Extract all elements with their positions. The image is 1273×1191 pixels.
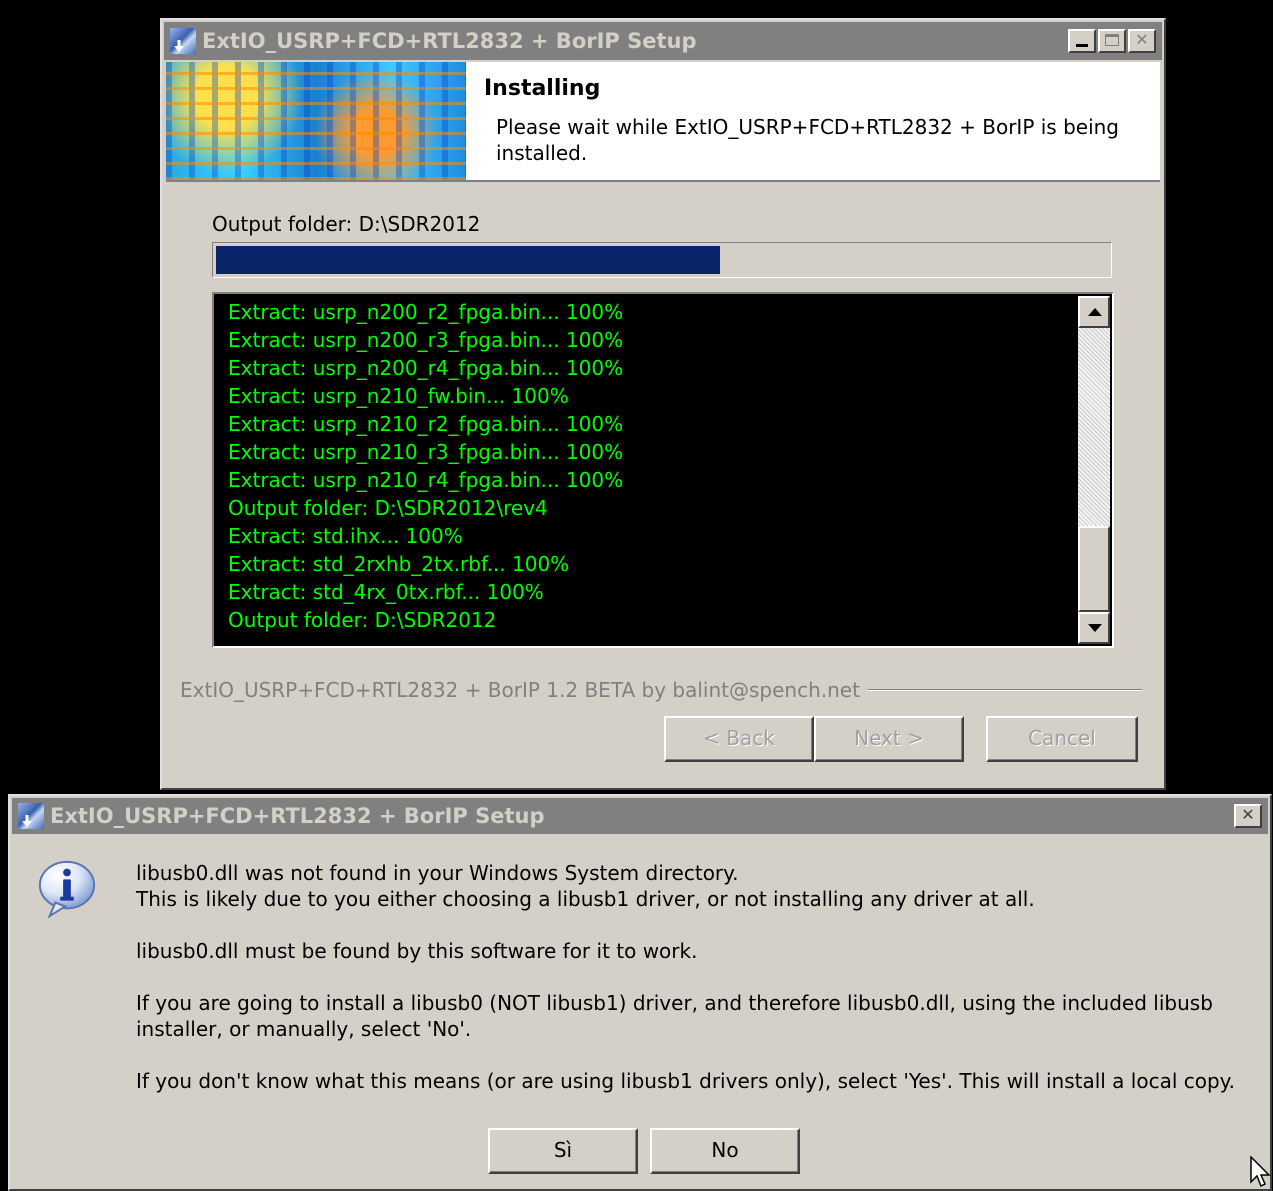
arrow-up-icon: [1088, 308, 1102, 316]
page-heading: Installing: [484, 76, 601, 101]
install-progress-bar: [212, 242, 1112, 278]
banner-image: [166, 62, 466, 180]
msgbox-close-button[interactable]: ✕: [1234, 804, 1262, 828]
log-line: Extract: usrp_n210_fw.bin... 100%: [228, 384, 569, 408]
log-line: Extract: usrp_n210_r3_fpga.bin... 100%: [228, 440, 624, 464]
cancel-button[interactable]: Cancel: [986, 716, 1138, 762]
message-paragraph: If you don't know what this means (or ar…: [136, 1069, 1236, 1093]
minimize-button[interactable]: [1068, 29, 1096, 53]
minimize-icon: [1076, 44, 1088, 47]
install-log[interactable]: Extract: usrp_n200_r2_fpga.bin... 100% Ex…: [212, 292, 1114, 648]
log-line: Extract: usrp_n200_r3_fpga.bin... 100%: [228, 328, 624, 352]
mouse-cursor-icon: [1250, 1156, 1271, 1188]
progress-fill: [216, 246, 720, 274]
setup-title: ExtIO_USRP+FCD+RTL2832 + BorIP Setup: [202, 29, 697, 53]
no-button[interactable]: No: [650, 1128, 800, 1174]
log-line: Extract: std.ihx... 100%: [228, 524, 463, 548]
log-line: Extract: usrp_n210_r2_fpga.bin... 100%: [228, 412, 624, 436]
installer-app-icon: [170, 28, 196, 54]
setup-window: ExtIO_USRP+FCD+RTL2832 + BorIP Setup ✕ I…: [160, 18, 1166, 790]
log-line: Extract: usrp_n200_r4_fpga.bin... 100%: [228, 356, 624, 380]
log-line: Extract: std_4rx_0tx.rbf... 100%: [228, 580, 544, 604]
setup-titlebar[interactable]: ExtIO_USRP+FCD+RTL2832 + BorIP Setup ✕: [164, 22, 1162, 60]
log-line: Extract: std_2rxhb_2tx.rbf... 100%: [228, 552, 570, 576]
log-scrollbar[interactable]: [1078, 296, 1110, 644]
close-button[interactable]: ✕: [1128, 29, 1156, 53]
log-line: Extract: usrp_n210_r4_fpga.bin... 100%: [228, 468, 624, 492]
scroll-thumb[interactable]: [1078, 526, 1110, 612]
log-line: Output folder: D:\SDR2012\rev4: [228, 496, 548, 520]
msgbox-title: ExtIO_USRP+FCD+RTL2832 + BorIP Setup: [50, 804, 545, 828]
yes-button[interactable]: Sì: [488, 1128, 638, 1174]
msgbox-titlebar[interactable]: ExtIO_USRP+FCD+RTL2832 + BorIP Setup ✕: [12, 798, 1268, 834]
output-folder-label: Output folder: D:\SDR2012: [212, 212, 481, 236]
maximize-icon: [1105, 34, 1119, 46]
log-line: Extract: usrp_n200_r2_fpga.bin... 100%: [228, 300, 624, 324]
message-box: ExtIO_USRP+FCD+RTL2832 + BorIP Setup ✕ l…: [8, 794, 1272, 1191]
page-subheading: Please wait while ExtIO_USRP+FCD+RTL2832…: [496, 115, 1119, 165]
maximize-button[interactable]: [1098, 29, 1126, 53]
message-text: libusb0.dll was not found in your Window…: [136, 860, 1256, 1120]
installer-app-icon: [18, 803, 44, 829]
close-icon: ✕: [1241, 805, 1255, 824]
log-lines: Extract: usrp_n200_r2_fpga.bin... 100% Ex…: [228, 298, 1072, 634]
branding-text: ExtIO_USRP+FCD+RTL2832 + BorIP 1.2 BETA …: [180, 678, 860, 702]
message-paragraph: libusb0.dll must be found by this softwa…: [136, 939, 698, 963]
message-paragraph: If you are going to install a libusb0 (N…: [136, 991, 1213, 1041]
close-icon: ✕: [1135, 30, 1149, 49]
branding-line: ExtIO_USRP+FCD+RTL2832 + BorIP 1.2 BETA …: [180, 678, 1142, 702]
branding-divider: [867, 689, 1142, 691]
log-line: Output folder: D:\SDR2012: [228, 608, 497, 632]
scroll-up-button[interactable]: [1078, 296, 1110, 328]
back-button[interactable]: < Back: [664, 716, 814, 762]
next-button[interactable]: Next >: [814, 716, 964, 762]
message-paragraph: libusb0.dll was not found in your Window…: [136, 861, 1035, 911]
header-banner: Installing Please wait while ExtIO_USRP+…: [166, 62, 1160, 182]
scroll-down-button[interactable]: [1078, 612, 1110, 644]
arrow-down-icon: [1088, 624, 1102, 632]
info-icon: [38, 860, 96, 919]
